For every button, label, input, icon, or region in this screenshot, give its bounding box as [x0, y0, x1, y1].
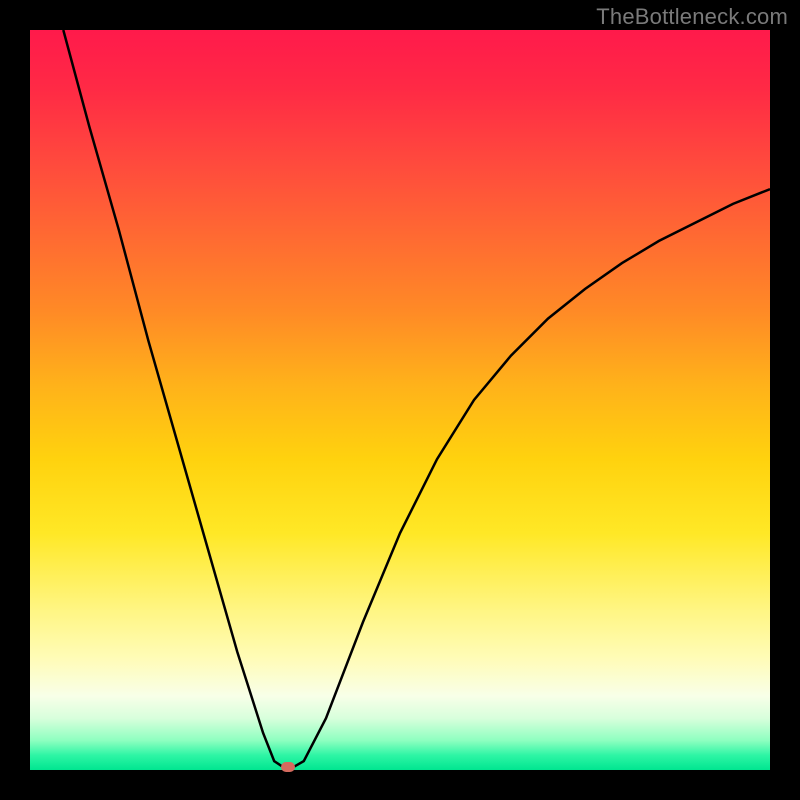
chart-area: [30, 30, 770, 770]
bottleneck-curve: [30, 30, 770, 770]
attribution-text: TheBottleneck.com: [596, 4, 788, 30]
curve-path: [63, 30, 770, 767]
optimal-marker: [281, 762, 295, 772]
